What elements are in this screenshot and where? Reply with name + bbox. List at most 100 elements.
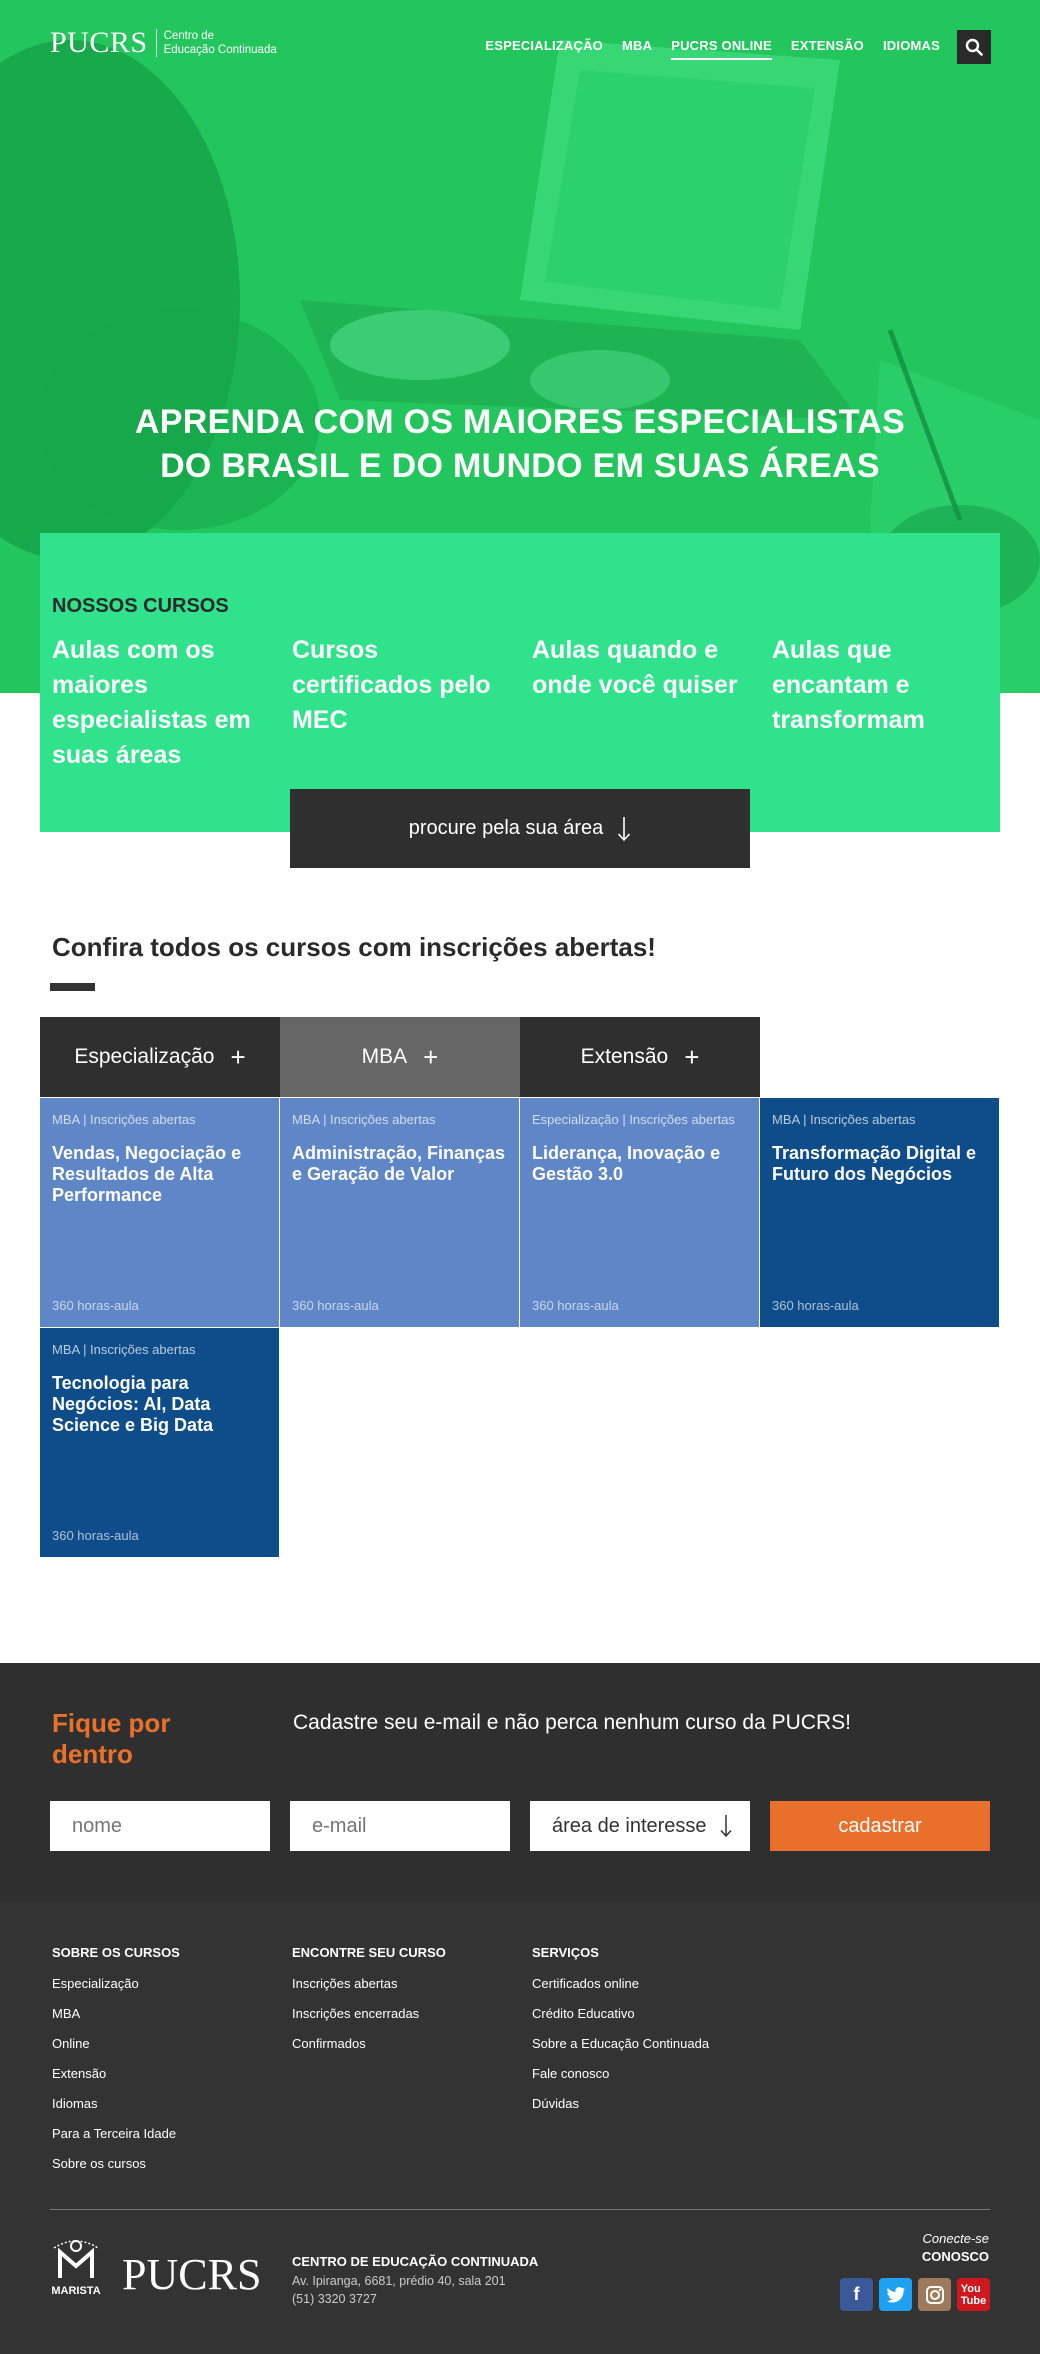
area-select-value: área de interesse [552,1814,707,1837]
phone-line: (51) 3320 3727 [292,2292,377,2306]
hero-title-line2: DO BRASIL E DO MUNDO EM SUAS ÁREAS [160,447,880,485]
name-input[interactable] [50,1801,270,1851]
footer-link[interactable]: Crédito Educativo [532,1999,709,2029]
footer-link[interactable]: Extensão [52,2059,180,2089]
card-hours: 360 horas-aula [532,1298,619,1313]
card-tag: MBA | Inscrições abertas [772,1112,916,1127]
tab-label: Extensão [580,1045,669,1068]
footer-link[interactable]: Inscrições abertas [292,1969,446,1999]
logo-wordmark: PUCRS [50,26,148,59]
twitter-icon[interactable] [879,2278,912,2311]
arrow-down-icon [720,1815,732,1838]
logo-sub-line1: Centro de [163,30,215,42]
card-hours: 360 horas-aula [772,1298,859,1313]
procure-area-label: procure pela sua área [408,817,604,839]
nav-pucrs-online[interactable]: PUCRS ONLINE [671,38,772,60]
site-footer: SOBRE OS CURSOS Especialização MBA Onlin… [0,1901,1040,2354]
feature-item: Cursos certificados pelo MEC [292,636,491,734]
hero-title-line1: APRENDA COM OS MAIORES ESPECIALISTAS [134,403,906,441]
twitter-bird-icon [886,2286,905,2302]
search-icon [965,38,983,56]
card-hours: 360 horas-aula [292,1298,379,1313]
tab-label: MBA [361,1045,408,1068]
footer-col-encontre: ENCONTRE SEU CURSO Inscrições abertas In… [292,1945,446,2059]
footer-link[interactable]: Inscrições encerradas [292,1999,446,2029]
plus-icon: + [230,1041,246,1072]
marista-logo[interactable]: MARISTA [50,2238,102,2297]
course-card[interactable]: Especialização | Inscrições abertas Lide… [520,1098,759,1327]
footer-pucrs-logo[interactable]: PUCRS [122,2253,261,2297]
card-title: Vendas, Negociação e Resultados de Alta … [52,1143,242,1205]
nav-mba[interactable]: MBA [622,38,652,60]
feature-item: Aulas que encantam e transformam [772,636,925,734]
card-tag: MBA | Inscrições abertas [52,1342,196,1357]
feature-item: Aulas com os maiores especialistas em su… [52,636,251,769]
footer-col-heading: SERVIÇOS [532,1945,599,1960]
feature-item: Aulas quando e onde você quiser [532,636,738,699]
card-hours: 360 horas-aula [52,1528,139,1543]
procure-area-button[interactable]: procure pela sua área [290,789,750,868]
org-name: CENTRO DE EDUCAÇÃO CONTINUADA [292,2254,539,2269]
search-button[interactable] [957,30,991,64]
newsletter-text: Cadastre seu e-mail e não perca nenhum c… [293,1711,851,1734]
main-nav: ESPECIALIZAÇÃO MBA PUCRS ONLINE EXTENSÃO… [485,38,940,60]
card-title: Tecnologia para Negócios: AI, Data Scien… [52,1373,214,1435]
nav-especializacao[interactable]: ESPECIALIZAÇÃO [485,38,603,60]
address-line: Av. Ipiranga, 6681, prédio 40, sala 201 [292,2274,506,2288]
course-card[interactable]: MBA | Inscrições abertas Tecnologia para… [40,1328,279,1557]
footer-address: CENTRO DE EDUCAÇÃO CONTINUADA Av. Ipiran… [292,2254,538,2308]
nossos-cursos-heading: NOSSOS CURSOS [52,595,229,617]
footer-link[interactable]: Especialização [52,1969,180,1999]
camera-icon [925,2285,944,2304]
marista-label: MARISTA [51,2285,101,2297]
nav-extensao[interactable]: EXTENSÃO [791,38,864,60]
marista-emblem-icon [53,2240,99,2278]
youtube-icon[interactable]: You Tube [957,2278,990,2311]
connect-line1: Conecte-se [922,2231,989,2246]
card-tag: MBA | Inscrições abertas [52,1112,196,1127]
card-title: Administração, Finanças e Geração de Val… [292,1143,506,1184]
footer-link[interactable]: Online [52,2029,180,2059]
cadastrar-button[interactable]: cadastrar [770,1801,990,1851]
tab-especializacao[interactable]: Especialização + [40,1017,280,1097]
social-links: f You Tube [840,2278,990,2311]
card-title: Transformação Digital e Futuro dos Negóc… [772,1143,977,1184]
footer-link[interactable]: Confirmados [292,2029,446,2059]
instagram-icon[interactable] [918,2278,951,2311]
tab-label: Especialização [74,1045,215,1068]
footer-col-heading: SOBRE OS CURSOS [52,1945,180,1960]
footer-divider [50,2209,990,2210]
tab-extensao[interactable]: Extensão + [520,1017,760,1097]
footer-col-servicos: SERVIÇOS Certificados online Crédito Edu… [532,1945,709,2119]
card-hours: 360 horas-aula [52,1298,139,1313]
footer-col-sobre: SOBRE OS CURSOS Especialização MBA Onlin… [52,1945,180,2179]
tab-mba[interactable]: MBA + [280,1017,520,1097]
course-card[interactable]: MBA | Inscrições abertas Vendas, Negocia… [40,1098,279,1327]
area-select[interactable]: área de interesse [530,1801,750,1851]
footer-link[interactable]: Sobre os cursos [52,2149,180,2179]
nav-idiomas[interactable]: IDIOMAS [883,38,940,60]
footer-col-heading: ENCONTRE SEU CURSO [292,1945,446,1960]
footer-link[interactable]: Sobre a Educação Continuada [532,2029,709,2059]
email-input[interactable] [290,1801,510,1851]
footer-link[interactable]: Certificados online [532,1969,709,1999]
card-title: Liderança, Inovação e Gestão 3.0 [532,1143,721,1184]
site-logo[interactable]: PUCRS Centro de Educação Continuada [50,28,277,58]
card-tag: MBA | Inscrições abertas [292,1112,436,1127]
footer-link[interactable]: MBA [52,1999,180,2029]
course-card[interactable]: MBA | Inscrições abertas Administração, … [280,1098,519,1327]
hero-title: APRENDA COM OS MAIORES ESPECIALISTAS DO … [0,400,1040,488]
footer-link[interactable]: Fale conosco [532,2059,709,2089]
footer-link[interactable]: Para a Terceira Idade [52,2119,180,2149]
footer-link[interactable]: Dúvidas [532,2089,709,2119]
connect-label: Conecte-se CONOSCO [922,2231,989,2264]
connect-line2: CONOSCO [921,2249,989,2264]
footer-logos: MARISTA PUCRS [50,2238,261,2297]
title-underline [50,983,95,991]
newsletter-section: Fique por dentro Cadastre seu e-mail e n… [0,1663,1040,1901]
newsletter-title: Fique por dentro [52,1708,171,1769]
course-card[interactable]: MBA | Inscrições abertas Transformação D… [760,1098,999,1327]
section-title-inscricoes: Confira todos os cursos com inscrições a… [52,932,656,962]
facebook-icon[interactable]: f [840,2278,873,2311]
footer-link[interactable]: Idiomas [52,2089,180,2119]
